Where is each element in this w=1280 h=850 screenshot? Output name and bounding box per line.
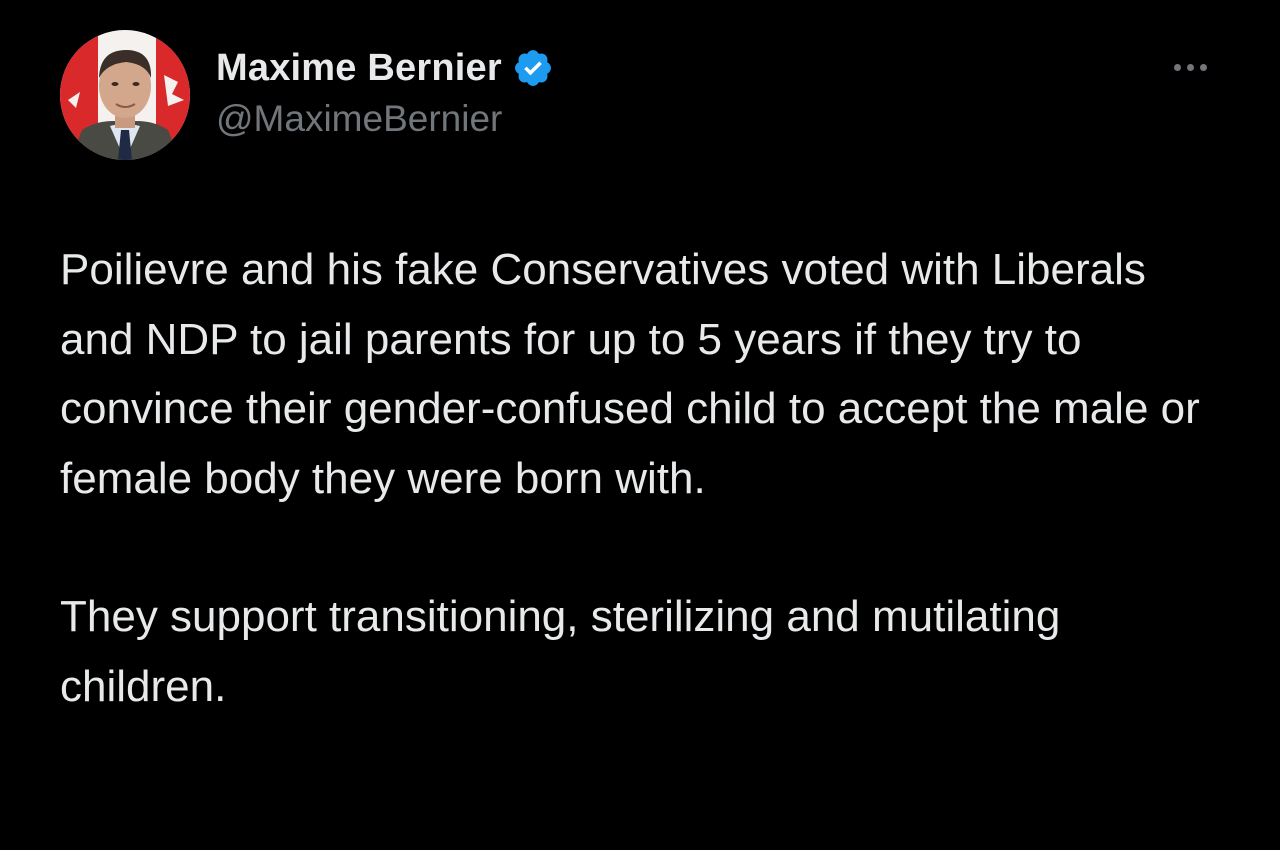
author-handle[interactable]: @MaximeBernier	[216, 98, 554, 140]
more-dot	[1173, 63, 1181, 71]
display-name-row: Maxime Bernier	[216, 44, 554, 92]
tweet-paragraph: Poilievre and his fake Conservatives vot…	[60, 245, 1200, 503]
avatar-image	[60, 30, 190, 160]
tweet-header: Maxime Bernier @MaximeBernier	[60, 30, 1220, 162]
author-display-name[interactable]: Maxime Bernier	[216, 47, 502, 90]
verified-badge-icon[interactable]	[512, 47, 554, 89]
author-names: Maxime Bernier @MaximeBernier	[216, 44, 554, 140]
tweet-paragraph: They support transitioning, sterilizing …	[60, 592, 1061, 711]
author-avatar[interactable]	[60, 30, 190, 160]
tweet-body: Poilievre and his fake Conservatives vot…	[60, 235, 1220, 721]
more-dot	[1186, 63, 1194, 71]
more-options-icon[interactable]	[1160, 52, 1220, 82]
more-dot	[1199, 63, 1207, 71]
tweet-card: Maxime Bernier @MaximeBernier Poilievre …	[0, 0, 1280, 850]
